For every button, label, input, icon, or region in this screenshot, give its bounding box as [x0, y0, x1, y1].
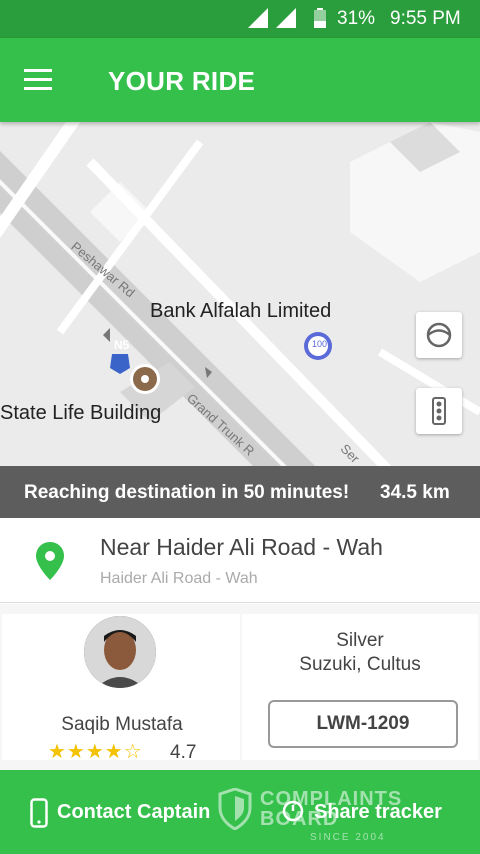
map-poi-label: State Life Building — [0, 402, 162, 424]
vehicle-card: Silver Suzuki, Cultus LWM-1209 — [242, 614, 478, 760]
ride-details: Saqib Mustafa ★★★★☆ 4.7 Silver Suzuki, C… — [0, 604, 480, 770]
license-plate[interactable]: LWM-1209 — [268, 700, 458, 748]
traffic-light-icon — [432, 397, 446, 425]
map-view[interactable]: Peshawar Rd Grand Trunk R Ser N5 100 Ban… — [0, 122, 480, 466]
destination-title: Near Haider Ali Road - Wah — [100, 534, 383, 560]
destination-row[interactable]: Near Haider Ali Road - Wah Haider Ali Ro… — [0, 518, 480, 603]
star-rating-icon: ★★★★☆ — [48, 741, 143, 763]
destination-subtitle: Haider Ali Road - Wah — [100, 570, 258, 587]
vehicle-model: Suzuki, Cultus — [299, 654, 421, 675]
battery-icon — [314, 8, 326, 28]
eta-distance: 34.5 km — [380, 482, 450, 503]
contact-captain-label: Contact Captain — [57, 801, 211, 823]
avatar — [84, 616, 156, 688]
status-bar: 31% 9:55 PM — [0, 0, 480, 38]
signal-icon — [248, 8, 268, 28]
clock: 9:55 PM — [390, 8, 461, 29]
location-pin-icon — [36, 542, 64, 580]
contact-captain-button[interactable]: Contact Captain — [0, 770, 240, 854]
signal-icon — [276, 8, 296, 28]
eta-message: Reaching destination in 50 minutes! — [24, 482, 350, 503]
poi-badge: 100 — [312, 339, 328, 349]
captain-rating: 4.7 — [170, 742, 197, 763]
watermark: COMPLAINTS BOARD SINCE 2004 — [218, 787, 401, 843]
globe-icon — [426, 322, 452, 348]
captain-name: Saqib Mustafa — [61, 714, 183, 735]
captain-card: Saqib Mustafa ★★★★☆ 4.7 — [2, 614, 240, 763]
page-title: YOUR RIDE — [108, 66, 256, 96]
shield-icon — [218, 787, 252, 831]
watermark-line2: BOARD — [260, 808, 339, 830]
phone-icon — [30, 798, 48, 828]
app-bar: YOUR RIDE — [0, 38, 480, 122]
captain-photo — [84, 616, 156, 688]
location-button[interactable] — [416, 312, 462, 358]
menu-icon[interactable] — [22, 66, 58, 96]
eta-bar: Reaching destination in 50 minutes! 34.5… — [0, 466, 480, 518]
traffic-button[interactable] — [416, 388, 462, 434]
bottom-action-bar: Contact Captain Share tracker COMPLAINTS… — [0, 770, 480, 854]
vehicle-color: Silver — [336, 630, 384, 651]
watermark-line3: SINCE 2004 — [310, 832, 386, 843]
battery-percent: 31% — [337, 8, 376, 29]
map-poi-label: Bank Alfalah Limited — [150, 300, 332, 322]
highway-shield: N5 — [114, 338, 130, 352]
